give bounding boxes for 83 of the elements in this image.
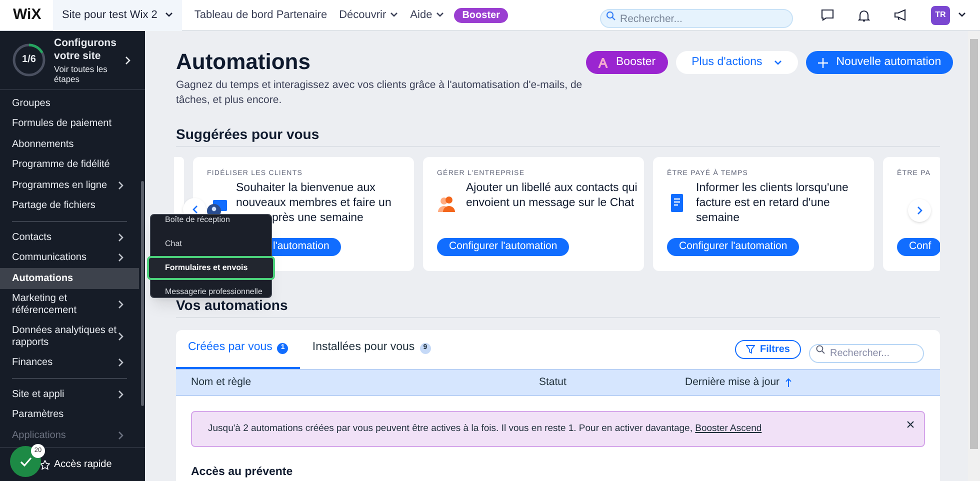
chevron-down-icon <box>774 60 782 66</box>
sidebar-item[interactable]: Automations <box>0 268 139 288</box>
checklist-button[interactable] <box>10 446 41 477</box>
sidebar-item[interactable]: Partage de fichiers <box>0 196 139 216</box>
chevron-right-icon <box>118 180 124 190</box>
card-text: nouveaux membres et faire un <box>236 196 392 210</box>
chevron-right-icon <box>125 56 131 64</box>
chevron-right-icon <box>118 358 124 368</box>
wix-logo[interactable]: WiX <box>0 4 53 26</box>
sidebar-item[interactable]: Abonnements <box>0 134 139 154</box>
upgrade-link[interactable]: Booster Ascend <box>695 422 762 434</box>
section-heading: Accès au prévente <box>190 465 294 479</box>
chevron-right-icon <box>118 253 124 262</box>
sidebar-item[interactable]: Communications <box>0 248 139 268</box>
search-icon <box>606 10 616 20</box>
banner-text: Jusqu'à 2 automations créées par vous peuvent être actives à la fois. Il vous en reste 1. Pour en activer davantage, Booster Ascend <box>208 422 762 436</box>
setup-title: Configurons votre site <box>54 36 116 62</box>
chevron-right-icon <box>118 232 124 242</box>
filters-button[interactable]: Filtres <box>734 340 801 359</box>
chat-icon[interactable] <box>821 9 834 21</box>
check-icon <box>20 456 32 466</box>
booster-icon <box>598 58 608 68</box>
nav-link[interactable]: Tableau de bord Partenaire <box>194 6 328 24</box>
search-field[interactable]: Rechercher... <box>600 9 793 28</box>
quick-access-link[interactable]: Accès rapide <box>54 457 112 472</box>
bell-icon[interactable] <box>858 8 870 22</box>
sort-arrow-icon <box>784 378 792 387</box>
sidebar-item[interactable]: Contacts <box>0 227 139 248</box>
section-title: Suggérées pour vous <box>176 126 940 147</box>
sidebar-item[interactable]: Formules de paiement <box>0 114 139 134</box>
user-avatar[interactable]: TR <box>931 6 950 24</box>
column-header[interactable]: Nom et règle <box>191 374 252 390</box>
more-actions-button[interactable]: Plus d'actions <box>676 51 798 74</box>
card-text: Ajouter un libellé aux contacts qui <box>466 180 638 196</box>
booster-button[interactable]: Booster <box>454 8 508 22</box>
site-selector[interactable]: Site pour test Wix 2 <box>53 0 182 30</box>
chevron-right-icon <box>118 300 124 309</box>
chevron-down-icon <box>436 12 444 18</box>
page-title: Automations <box>176 49 312 75</box>
chevron-right-icon <box>118 332 124 341</box>
sidebar-item[interactable]: Marketing et référencement <box>0 288 139 320</box>
configure-button[interactable]: Configurer l'automation <box>667 238 800 256</box>
card-text: près une semaine <box>271 210 364 226</box>
page-subtitle: Gagnez du temps et interagissez avec vos clients grâce à l'automatisation d'e-mails, de tâches, et plus encore. <box>176 78 584 108</box>
progress-ring <box>12 43 46 77</box>
filter-icon <box>746 345 755 354</box>
menu-item[interactable]: Formulaires et envois <box>147 256 275 280</box>
chevron-down-icon <box>958 12 966 18</box>
column-header[interactable]: Statut <box>539 374 566 390</box>
card-text: facture est en retard d'une <box>696 196 831 210</box>
chevron-down-icon <box>165 12 174 18</box>
card-text: envoient un message sur le Chat <box>466 196 636 210</box>
star-icon <box>40 460 50 470</box>
sidebar-item[interactable]: Site et appli <box>0 384 139 404</box>
configure-button[interactable]: Configurer l'automation <box>437 238 570 256</box>
chevron-down-icon <box>390 12 398 18</box>
search-icon <box>816 345 825 354</box>
card-text: Informer les clients lorsqu'une <box>696 180 848 196</box>
card-text: Souhaiter la bienvenue aux <box>236 180 376 196</box>
sidebar-item[interactable]: Finances <box>0 352 139 373</box>
sidebar-item[interactable]: Programme de fidélité <box>0 154 139 175</box>
sidebar-item[interactable]: Données analytiques et rapports <box>0 320 139 352</box>
nav-link[interactable]: Découvrir <box>339 6 398 24</box>
setup-link[interactable]: Voir toutes les étapes <box>54 64 116 84</box>
nav-link[interactable]: Aide <box>410 6 444 24</box>
card-text: semaine <box>696 210 740 226</box>
progress-text: 1/6 <box>21 54 37 66</box>
megaphone-icon[interactable] <box>894 9 907 21</box>
sidebar-item[interactable]: Groupes <box>0 93 139 114</box>
booster-button[interactable]: Booster <box>586 51 668 74</box>
sidebar-item[interactable]: Programmes en ligne <box>0 175 139 196</box>
people-icon <box>437 194 457 212</box>
plus-icon <box>818 58 828 68</box>
chevron-right-icon <box>118 390 124 399</box>
search-field[interactable]: Rechercher... <box>809 344 924 363</box>
close-icon[interactable] <box>907 421 914 428</box>
sidebar-item[interactable]: Paramètres <box>0 404 139 425</box>
configure-button[interactable]: Conf <box>897 238 940 256</box>
new-automation-button[interactable]: Nouvelle automation <box>806 51 954 74</box>
chevron-left-icon <box>192 205 198 214</box>
chevron-right-icon <box>916 206 922 215</box>
chevron-right-icon <box>118 430 124 440</box>
column-header[interactable]: Dernière mise à jour <box>685 374 792 390</box>
